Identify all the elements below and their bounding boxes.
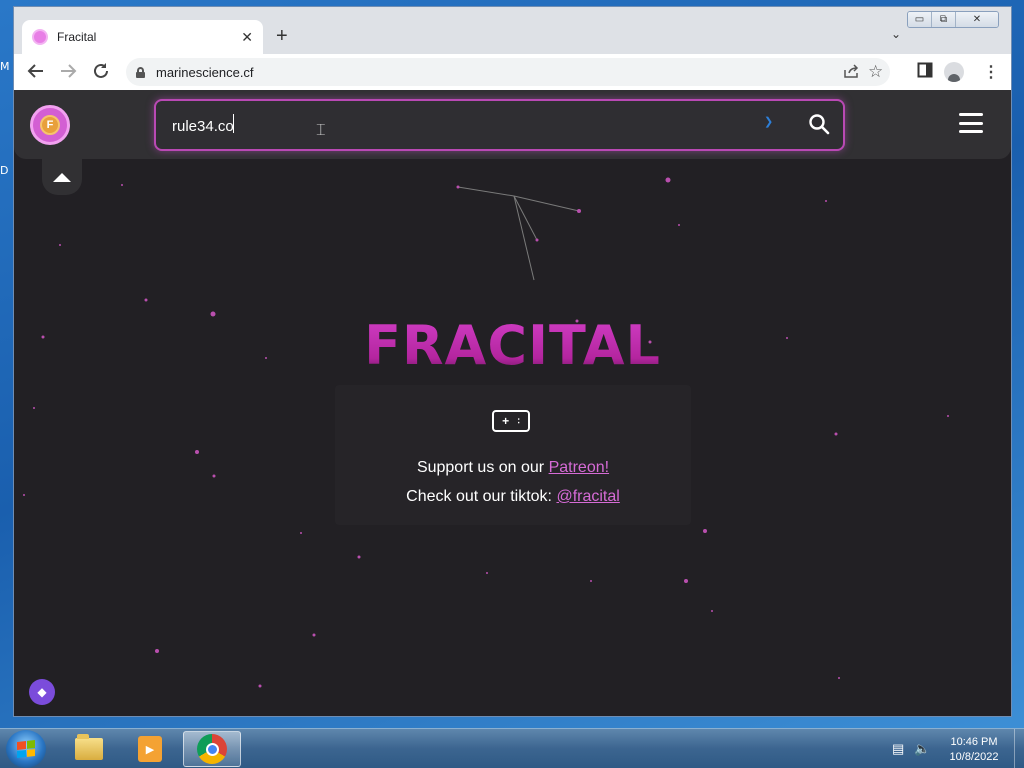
site-logo[interactable]: F (30, 105, 70, 145)
profile-avatar[interactable] (944, 62, 964, 82)
restore-button[interactable]: ⧉ (932, 12, 956, 27)
network-icon[interactable]: ▤ (892, 741, 904, 757)
media-player-icon: ▶ (138, 736, 162, 762)
show-desktop-button[interactable] (1014, 729, 1024, 768)
forward-button[interactable] (58, 62, 78, 85)
side-panel-icon[interactable] (917, 62, 933, 83)
desktop-icon-label-fragment: M (0, 60, 10, 73)
star-icon[interactable]: ☆ (868, 62, 883, 82)
close-icon: ✕ (972, 14, 982, 25)
tiktok-line: Check out our tiktok: @fracital (335, 488, 691, 506)
support-line: Support us on our Patreon! (335, 459, 691, 477)
tiktok-link[interactable]: @fracital (556, 488, 619, 505)
clock-date: 10/8/2022 (949, 751, 999, 763)
taskbar: ▶ ▤ 🔈 10:46 PM 10/8/2022 (0, 728, 1024, 768)
page-title: FRACITAL (14, 314, 1011, 377)
collapse-header-button[interactable] (42, 159, 82, 195)
close-window-button[interactable]: ✕ (956, 12, 998, 27)
logo-icon: F (40, 115, 60, 135)
tiktok-text: Check out our tiktok: (406, 488, 557, 505)
arrow-right-icon (61, 64, 77, 78)
folder-icon (75, 734, 103, 760)
favicon-icon (32, 29, 48, 45)
back-button[interactable] (26, 62, 46, 85)
search-button[interactable] (808, 113, 830, 135)
volume-icon[interactable]: 🔈 (914, 741, 930, 757)
gamepad-icon: + ∶ (492, 410, 530, 432)
browser-toolbar: marinescience.cf ☆ ⋮ (14, 54, 1011, 90)
reload-button[interactable] (91, 62, 111, 85)
patreon-link[interactable]: Patreon! (549, 459, 609, 476)
address-bar[interactable]: marinescience.cf ☆ (126, 58, 890, 86)
desktop-icon-label-fragment: D (0, 164, 9, 177)
minimize-icon: ▭ (914, 14, 925, 25)
kebab-menu-icon[interactable]: ⋮ (983, 62, 999, 82)
taskbar-chrome[interactable] (183, 731, 241, 767)
chrome-icon (197, 734, 227, 764)
search-icon (809, 114, 830, 135)
new-tab-button[interactable]: + (276, 25, 288, 48)
text-cursor (233, 114, 234, 133)
chevron-up-icon (53, 173, 71, 182)
restore-icon: ⧉ (939, 14, 948, 25)
site-header: F ⌶ ❯ (14, 90, 1011, 159)
lock-icon (136, 66, 145, 78)
reload-icon (94, 63, 108, 78)
browser-window: ▭ ⧉ ✕ Fracital ✕ + ⌄ marinescience.cf ☆ (13, 6, 1012, 717)
windows-logo-icon (17, 740, 35, 758)
page-viewport: F ⌶ ❯ FRACITAL +∶ Support us on our Patr… (14, 90, 1011, 716)
address-url: marinescience.cf (156, 64, 254, 80)
floating-action-button[interactable]: ◆ (29, 679, 55, 705)
hamburger-menu-icon[interactable] (959, 113, 983, 133)
tab-close-icon[interactable]: ✕ (241, 29, 253, 46)
tab-title: Fracital (57, 30, 97, 44)
info-card: + ∶ Support us on our Patreon! Check out … (335, 385, 691, 525)
taskbar-media-player[interactable]: ▶ (121, 731, 179, 767)
ibeam-cursor-icon: ⌶ (316, 122, 326, 139)
diamond-icon: ◆ (37, 685, 47, 699)
system-clock[interactable]: 10:46 PM 10/8/2022 (934, 735, 1014, 765)
window-controls: ▭ ⧉ ✕ (907, 11, 999, 28)
support-text: Support us on our (416, 459, 549, 476)
clock-time: 10:46 PM (950, 736, 998, 748)
share-icon[interactable] (844, 64, 860, 81)
start-button[interactable] (6, 730, 46, 768)
tab-search-dropdown-icon[interactable]: ⌄ (891, 27, 901, 41)
minimize-button[interactable]: ▭ (908, 12, 932, 27)
browser-tab[interactable]: Fracital ✕ (22, 20, 263, 54)
search-input[interactable] (172, 115, 732, 137)
chevron-down-icon[interactable]: ❯ (764, 115, 773, 128)
arrow-left-icon (27, 64, 43, 78)
taskbar-explorer[interactable] (60, 731, 118, 767)
search-box: ⌶ ❯ (154, 99, 845, 151)
